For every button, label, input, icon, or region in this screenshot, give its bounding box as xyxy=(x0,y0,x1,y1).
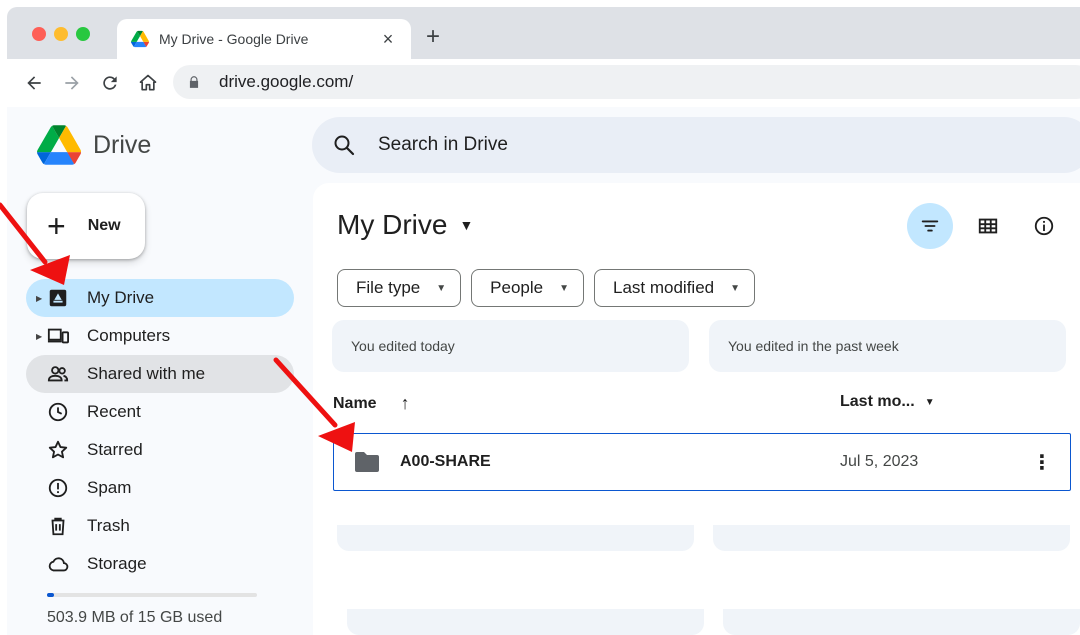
spam-icon xyxy=(46,476,70,500)
address-bar[interactable]: drive.google.com/ xyxy=(173,65,1080,99)
sidebar-item-label: Storage xyxy=(87,554,147,573)
product-name: Drive xyxy=(93,130,152,159)
new-tab-button[interactable]: + xyxy=(419,23,447,51)
last-modified-filter[interactable]: Last modified ▼ xyxy=(594,269,756,307)
filter-chips: File type ▼ People ▼ Last modified ▼ xyxy=(337,269,756,307)
arrow-back-icon xyxy=(27,76,41,90)
column-label: Name xyxy=(333,394,377,412)
page-title-text: My Drive xyxy=(337,209,448,240)
expand-caret-icon[interactable]: ▶ xyxy=(36,294,42,303)
drive-app: Drive Search in Drive + New ▶ My Drive ▶… xyxy=(7,107,1080,635)
sort-arrow-up-icon[interactable]: ↑ xyxy=(401,393,410,414)
browser-tab[interactable]: My Drive - Google Drive × xyxy=(117,19,411,59)
clock-icon xyxy=(46,400,70,424)
search-bar[interactable]: Search in Drive xyxy=(312,117,1080,173)
modified-column-header[interactable]: Last mo... ▼ xyxy=(840,393,935,411)
cloud-icon xyxy=(46,552,70,576)
sidebar-item-label: Shared with me xyxy=(87,364,206,383)
info-button[interactable] xyxy=(1021,203,1067,249)
drive-favicon-icon xyxy=(131,30,149,48)
grid-view-button[interactable] xyxy=(965,203,1011,249)
storage-progress-bar xyxy=(47,593,257,597)
browser-toolbar: drive.google.com/ xyxy=(7,59,1080,107)
my-drive-icon xyxy=(46,286,70,310)
reload-icon xyxy=(103,76,117,90)
search-icon[interactable] xyxy=(332,133,356,157)
sidebar-item-label: Spam xyxy=(87,478,132,497)
sidebar-nav: ▶ My Drive ▶ Computers Shared with me Re… xyxy=(26,279,294,583)
caret-down-icon: ▼ xyxy=(559,282,569,294)
caret-down-icon: ▼ xyxy=(924,396,935,408)
chevron-down-icon: ▼ xyxy=(459,217,474,233)
plus-icon: + xyxy=(47,208,66,244)
tab-title: My Drive - Google Drive xyxy=(159,31,309,47)
filter-button[interactable] xyxy=(907,203,953,249)
filter-icon xyxy=(921,220,939,232)
suggestion-card[interactable]: You edited in the past week xyxy=(709,320,1066,372)
sidebar-item-trash[interactable]: Trash xyxy=(26,507,294,545)
sidebar-item-label: Recent xyxy=(87,402,141,421)
people-filter[interactable]: People ▼ xyxy=(471,269,584,307)
chip-label: People xyxy=(490,278,544,297)
drive-logo[interactable]: Drive xyxy=(37,125,151,165)
more-actions-icon[interactable]: ⋮ xyxy=(1032,450,1052,475)
info-icon xyxy=(1034,216,1054,236)
file-type-filter[interactable]: File type ▼ xyxy=(337,269,462,307)
back-button[interactable] xyxy=(15,64,53,102)
caret-down-icon: ▼ xyxy=(436,282,447,294)
grid-icon xyxy=(978,218,998,234)
star-icon xyxy=(46,438,70,462)
home-icon xyxy=(139,74,157,91)
reload-button[interactable] xyxy=(91,64,129,102)
sidebar-item-shared-with-me[interactable]: Shared with me xyxy=(26,355,294,393)
table-row[interactable]: A00-SHARE Jul 5, 2023 ⋮ xyxy=(333,433,1071,491)
faded-card xyxy=(347,609,704,635)
page-title[interactable]: My Drive ▼ xyxy=(337,209,473,241)
tab-close-icon[interactable]: × xyxy=(379,29,397,50)
file-modified-date: Jul 5, 2023 xyxy=(840,453,919,470)
sidebar-item-my-drive[interactable]: ▶ My Drive xyxy=(26,279,294,317)
arrow-forward-icon xyxy=(65,76,79,90)
search-input[interactable]: Search in Drive xyxy=(378,134,508,156)
minimize-window-button[interactable] xyxy=(54,27,68,41)
chip-label: Last modified xyxy=(613,278,715,297)
home-button[interactable] xyxy=(129,64,167,102)
expand-caret-icon[interactable]: ▶ xyxy=(36,332,42,341)
new-button[interactable]: + New xyxy=(27,193,145,259)
new-button-label: New xyxy=(87,217,121,234)
drive-logo-icon xyxy=(37,125,81,165)
trash-icon xyxy=(46,514,70,538)
faded-card xyxy=(713,525,1070,551)
storage-progress-fill xyxy=(47,593,54,597)
file-name: A00-SHARE xyxy=(400,453,491,470)
main-content: My Drive ▼ File type ▼ People ▼ Last modif… xyxy=(313,183,1080,635)
folder-icon xyxy=(355,452,379,472)
faded-card xyxy=(723,609,1080,635)
sidebar-item-label: Computers xyxy=(87,326,171,345)
shared-icon xyxy=(46,362,70,386)
chip-label: File type xyxy=(356,278,421,297)
sidebar-item-storage[interactable]: Storage xyxy=(26,545,294,583)
sidebar-item-spam[interactable]: Spam xyxy=(26,469,294,507)
caret-down-icon: ▼ xyxy=(730,282,741,294)
url-text: drive.google.com/ xyxy=(219,72,354,91)
faded-card xyxy=(337,525,694,551)
sidebar-item-starred[interactable]: Starred xyxy=(26,431,294,469)
sidebar-item-label: Trash xyxy=(87,516,130,535)
column-label: Last mo... xyxy=(840,393,915,410)
lock-icon xyxy=(189,76,199,88)
sidebar-item-label: Starred xyxy=(87,440,143,459)
maximize-window-button[interactable] xyxy=(76,27,90,41)
sidebar-item-recent[interactable]: Recent xyxy=(26,393,294,431)
storage-usage-text: 503.9 MB of 15 GB used xyxy=(47,609,223,626)
sidebar-item-label: My Drive xyxy=(87,288,155,307)
window-controls xyxy=(32,27,90,41)
name-column-header[interactable]: Name ↑ xyxy=(333,393,410,414)
browser-window: My Drive - Google Drive × + drive.google… xyxy=(7,7,1080,107)
suggestion-card[interactable]: You edited today xyxy=(332,320,689,372)
computers-icon xyxy=(46,324,70,348)
sidebar-item-computers[interactable]: ▶ Computers xyxy=(26,317,294,355)
close-window-button[interactable] xyxy=(32,27,46,41)
forward-button[interactable] xyxy=(53,64,91,102)
